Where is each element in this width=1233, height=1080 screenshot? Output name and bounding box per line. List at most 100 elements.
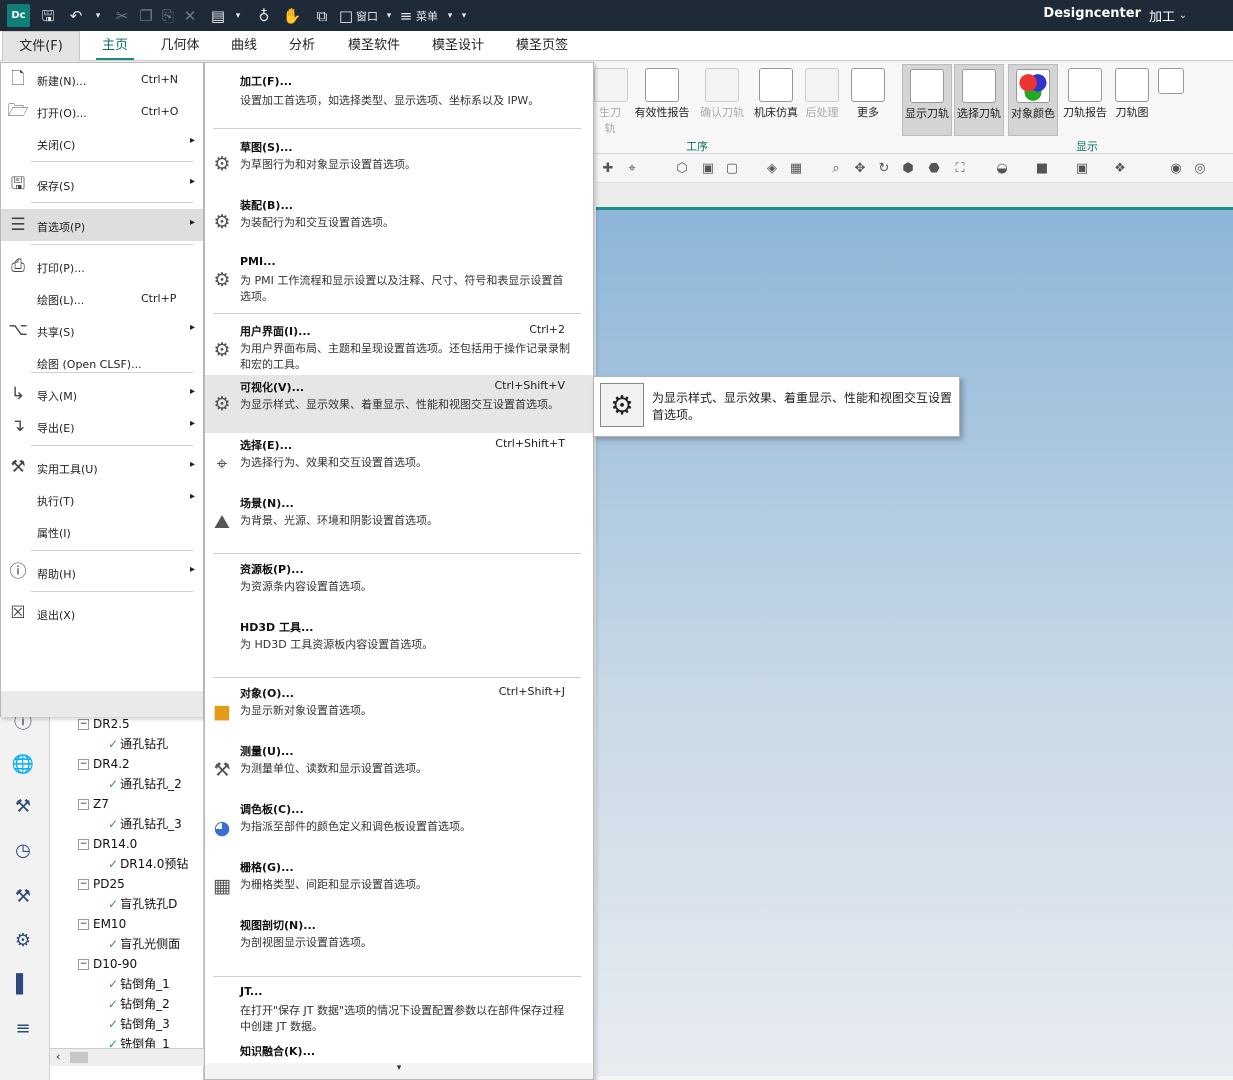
pref-item-selection[interactable]: ⌖ 选择(E)... Ctrl+Shift+T 为选择行为、效果和交互设置首选项。 <box>205 435 593 491</box>
pref-item-measure[interactable]: ⚒ 测量(U)... 为测量单位、读数和显示设置首选项。 <box>205 741 593 797</box>
scroll-down-arrow-icon[interactable]: ▾ <box>205 1063 593 1079</box>
menu-item-preferences[interactable]: ☰ 首选项(P) ▸ <box>1 209 203 241</box>
menu-item-share[interactable]: ⌥ 共享(S) ▸ <box>1 316 203 344</box>
collapse-icon[interactable]: − <box>78 919 89 930</box>
tab-file[interactable]: 文件(F) <box>2 31 80 61</box>
more-dropdown-icon[interactable]: ▾ <box>454 6 474 26</box>
collapse-icon[interactable]: − <box>78 799 89 810</box>
save-icon[interactable]: 🖫 <box>38 6 58 26</box>
horizontal-scrollbar[interactable]: ‹ <box>50 1048 204 1066</box>
pref-item-knowledge-fusion[interactable]: 知识融合(K)... <box>205 1041 593 1061</box>
toolpath-display-button[interactable] <box>1156 64 1186 136</box>
pref-item-visualization[interactable]: ⚙ 可视化(V)... Ctrl+Shift+V 为显示样式、显示效果、着重显示、性能… <box>205 375 593 433</box>
menu-item-help[interactable]: ⓘ 帮助(H) ▸ <box>1 558 203 586</box>
tree-node-tool[interactable]: − Z7 <box>78 794 109 814</box>
pref-item-view-section[interactable]: 视图剖切(N)... 为剖视图显示设置首选项。 <box>205 915 593 969</box>
pref-item-user-interface[interactable]: ⚙ 用户界面(I)... Ctrl+2 为用户界面布局、主题和呈现设置首选项。还包括用… <box>205 317 593 375</box>
layer-icon[interactable]: ❖ <box>1112 161 1128 177</box>
pref-item-sketch[interactable]: ⚙ 草图(S)... 为草图行为和对象显示设置首选项。 <box>205 133 593 189</box>
tree-node-tool[interactable]: − PD25 <box>78 874 125 894</box>
tab-mosheng-design[interactable]: 模圣设计 <box>420 31 496 61</box>
solid-icon[interactable]: ◈ <box>764 161 780 177</box>
select-toolpath-button[interactable]: 选择刀轨 <box>954 64 1004 136</box>
collapse-icon[interactable]: − <box>78 879 89 890</box>
scroll-thumb[interactable] <box>70 1052 88 1063</box>
tree-node-operation[interactable]: ✓ 钻倒角_2 <box>108 994 170 1014</box>
color-bar-icon[interactable]: ▌ <box>10 972 36 998</box>
menu-item-print[interactable]: ⎙ 打印(P)... <box>1 252 203 280</box>
graphics-viewport[interactable] <box>596 210 1233 1076</box>
hamburger-icon[interactable]: ≡ <box>396 6 416 26</box>
menu-item-save[interactable]: 🖫 保存(S) ▸ <box>1 170 203 198</box>
copy-icon[interactable]: ❐ <box>136 6 156 26</box>
tree-node-operation[interactable]: ✓ 钻倒角_3 <box>108 1014 170 1034</box>
menu-item-plot[interactable]: 绘图(L)... Ctrl+P <box>1 284 203 312</box>
generate-toolpath-button[interactable]: 生刀轨 <box>594 64 628 136</box>
module-dropdown-icon[interactable]: ⌄ <box>1173 6 1193 26</box>
pref-item-pmi[interactable]: ⚙ PMI... 为 PMI 工作流程和显示设置以及注释、尺寸、符号和表显示设置首选… <box>205 249 593 309</box>
collapse-icon[interactable]: − <box>78 839 89 850</box>
window-icon[interactable]: □ <box>336 6 356 26</box>
visibility-eye-icon[interactable]: ◎ <box>1192 161 1208 177</box>
tree-node-operation[interactable]: ✓ 盲孔铣孔D <box>108 894 177 914</box>
more-button[interactable]: 更多 <box>850 64 886 136</box>
menu-item-new[interactable]: 🗋 新建(N)... Ctrl+N <box>1 65 203 93</box>
mcs-eye-icon[interactable]: ◉ <box>1168 161 1184 177</box>
pref-item-machining[interactable]: 加工(F)... 设置加工首选项，如选择类型、显示选项、坐标系以及 IPW。 <box>205 67 593 111</box>
tree-node-operation[interactable]: ✓ 盲孔光侧面 <box>108 934 180 954</box>
collapse-icon[interactable]: − <box>78 959 89 970</box>
verify-toolpath-button[interactable]: 确认刀轨 <box>696 64 748 136</box>
pref-item-grid[interactable]: ▦ 栅格(G)... 为栅格类型、间距和显示设置首选项。 <box>205 857 593 913</box>
scroll-left-icon[interactable]: ‹ <box>56 1050 60 1063</box>
machine-simulation-button[interactable]: 机床仿真 <box>750 64 802 136</box>
cube-add-icon[interactable]: ▣ <box>700 161 716 177</box>
collapse-icon[interactable]: − <box>78 719 89 730</box>
command-finder-icon[interactable]: ▤ <box>208 6 228 26</box>
menu-item-properties[interactable]: 属性(I) <box>1 517 203 545</box>
menu-item-utilities[interactable]: ⚒ 实用工具(U) ▸ <box>1 453 203 481</box>
app-logo[interactable]: Dc <box>7 4 30 27</box>
shaded-icon[interactable]: ▦ <box>788 161 804 177</box>
tree-node-operation[interactable]: ✓ 通孔钻孔_3 <box>108 814 182 834</box>
toolpath-report-button[interactable]: 刀轨报告 <box>1060 64 1110 136</box>
microphone-icon[interactable]: ♁ <box>254 6 274 26</box>
window-menu[interactable]: 窗口 <box>356 8 378 24</box>
tree-node-tool[interactable]: − DR2.5 <box>78 714 130 734</box>
tab-analysis[interactable]: 分析 <box>276 31 328 61</box>
orient-icon[interactable]: ⬣ <box>926 161 942 177</box>
pref-item-jt[interactable]: JT... 在打开"保存 JT 数据"选项的情况下设置配置参数以在部件保存过程中创… <box>205 983 593 1039</box>
tab-curve[interactable]: 曲线 <box>218 31 270 61</box>
tab-mosheng-software[interactable]: 模圣软件 <box>336 31 412 61</box>
collapse-icon[interactable]: − <box>78 759 89 770</box>
pref-item-hd3d-tools[interactable]: HD3D 工具... 为 HD3D 工具资源板内容设置首选项。 <box>205 617 593 671</box>
tab-geometry[interactable]: 几何体 <box>150 31 210 61</box>
menu-item-close[interactable]: 关闭(C) ▸ <box>1 129 203 157</box>
machine-tool-icon[interactable]: ⚒ <box>10 794 36 820</box>
show-toolpath-button[interactable]: 显示刀轨 <box>902 64 952 136</box>
tree-node-tool[interactable]: − EM10 <box>78 914 126 934</box>
tree-node-operation[interactable]: ✓ 通孔钻孔 <box>108 734 168 754</box>
paste-icon[interactable]: ⎘ <box>158 6 178 26</box>
process-icon[interactable]: ⚙ <box>10 928 36 954</box>
tree-node-tool[interactable]: − DR14.0 <box>78 834 137 854</box>
render-style-icon[interactable]: ◒ <box>994 161 1010 177</box>
undo-icon[interactable]: ↶ <box>66 6 86 26</box>
cut-icon[interactable]: ✂ <box>112 6 132 26</box>
command-dropdown-icon[interactable]: ▾ <box>228 6 248 26</box>
menu-item-exit[interactable]: ☒ 退出(X) <box>1 599 203 627</box>
tab-mosheng-pages[interactable]: 模圣页签 <box>504 31 580 61</box>
pref-item-resource-bar[interactable]: 资源板(P)... 为资源条内容设置首选项。 <box>205 559 593 613</box>
tree-node-operation[interactable]: ✓ DR14.0预钻 <box>108 854 188 874</box>
pref-item-object[interactable]: ■ 对象(O)... Ctrl+Shift+J 为显示新对象设置首选项。 <box>205 683 593 739</box>
hexagon-icon[interactable]: ⬡ <box>674 161 690 177</box>
menu-menu[interactable]: 菜单 <box>416 8 438 24</box>
toolpath-graph-button[interactable]: 刀轨图 <box>1112 64 1152 136</box>
fit-icon[interactable]: ⛶ <box>952 161 968 177</box>
select-filter-icon[interactable]: ⌖ <box>624 161 640 177</box>
postprocess-button[interactable]: 后处理 <box>802 64 842 136</box>
pref-item-palette[interactable]: ◕ 调色板(C)... 为指派至部件的颜色定义和调色板设置首选项。 <box>205 799 593 855</box>
pref-item-scene[interactable]: ⛰ 场景(N)... 为背景、光源、环境和阴影设置首选项。 <box>205 493 593 549</box>
menu-item-export[interactable]: ↴ 导出(E) ▸ <box>1 412 203 440</box>
tree-node-operation[interactable]: ✓ 钻倒角_1 <box>108 974 170 994</box>
web-browser-icon[interactable]: 🌐 <box>10 752 36 778</box>
